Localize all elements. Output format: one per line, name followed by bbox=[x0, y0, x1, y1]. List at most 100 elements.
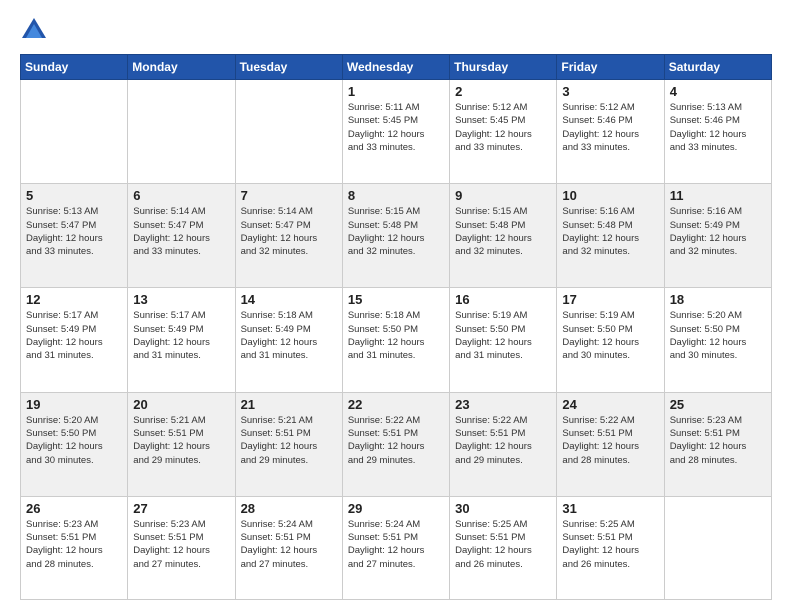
day-number: 29 bbox=[348, 501, 444, 516]
calendar-cell: 22 Sunrise: 5:22 AM Sunset: 5:51 PM Dayli… bbox=[342, 392, 449, 496]
calendar-cell: 18 Sunrise: 5:20 AM Sunset: 5:50 PM Dayli… bbox=[664, 288, 771, 392]
day-number: 3 bbox=[562, 84, 658, 99]
weekday-header: Friday bbox=[557, 55, 664, 80]
weekday-header: Tuesday bbox=[235, 55, 342, 80]
logo-icon bbox=[20, 16, 48, 44]
day-info: Sunrise: 5:15 AM Sunset: 5:48 PM Dayligh… bbox=[455, 205, 551, 258]
day-number: 13 bbox=[133, 292, 229, 307]
calendar-cell: 20 Sunrise: 5:21 AM Sunset: 5:51 PM Dayli… bbox=[128, 392, 235, 496]
day-info: Sunrise: 5:25 AM Sunset: 5:51 PM Dayligh… bbox=[562, 518, 658, 571]
day-number: 4 bbox=[670, 84, 766, 99]
day-number: 19 bbox=[26, 397, 122, 412]
calendar-week-row: 26Sunrise: 5:23 AM Sunset: 5:51 PM Dayli… bbox=[21, 496, 772, 599]
calendar-cell: 19Sunrise: 5:20 AM Sunset: 5:50 PM Dayli… bbox=[21, 392, 128, 496]
day-number: 23 bbox=[455, 397, 551, 412]
page: SundayMondayTuesdayWednesdayThursdayFrid… bbox=[0, 0, 792, 612]
day-number: 5 bbox=[26, 188, 122, 203]
day-info: Sunrise: 5:22 AM Sunset: 5:51 PM Dayligh… bbox=[562, 414, 658, 467]
day-number: 22 bbox=[348, 397, 444, 412]
logo bbox=[20, 16, 52, 44]
calendar-cell: 21 Sunrise: 5:21 AM Sunset: 5:51 PM Dayli… bbox=[235, 392, 342, 496]
day-info: Sunrise: 5:17 AM Sunset: 5:49 PM Dayligh… bbox=[133, 309, 229, 362]
day-number: 6 bbox=[133, 188, 229, 203]
header bbox=[20, 16, 772, 44]
calendar-cell: 15Sunrise: 5:18 AM Sunset: 5:50 PM Dayli… bbox=[342, 288, 449, 392]
day-info: Sunrise: 5:21 AM Sunset: 5:51 PM Dayligh… bbox=[133, 414, 229, 467]
calendar: SundayMondayTuesdayWednesdayThursdayFrid… bbox=[20, 54, 772, 600]
day-number: 8 bbox=[348, 188, 444, 203]
day-number: 14 bbox=[241, 292, 337, 307]
day-info: Sunrise: 5:11 AM Sunset: 5:45 PM Dayligh… bbox=[348, 101, 444, 154]
calendar-week-row: 12Sunrise: 5:17 AM Sunset: 5:49 PM Dayli… bbox=[21, 288, 772, 392]
day-info: Sunrise: 5:23 AM Sunset: 5:51 PM Dayligh… bbox=[670, 414, 766, 467]
calendar-cell bbox=[664, 496, 771, 599]
day-info: Sunrise: 5:22 AM Sunset: 5:51 PM Dayligh… bbox=[348, 414, 444, 467]
day-number: 24 bbox=[562, 397, 658, 412]
day-number: 1 bbox=[348, 84, 444, 99]
calendar-cell: 5 Sunrise: 5:13 AM Sunset: 5:47 PM Daylig… bbox=[21, 184, 128, 288]
calendar-cell: 17Sunrise: 5:19 AM Sunset: 5:50 PM Dayli… bbox=[557, 288, 664, 392]
day-info: Sunrise: 5:23 AM Sunset: 5:51 PM Dayligh… bbox=[26, 518, 122, 571]
calendar-cell bbox=[235, 80, 342, 184]
day-info: Sunrise: 5:24 AM Sunset: 5:51 PM Dayligh… bbox=[348, 518, 444, 571]
day-info: Sunrise: 5:12 AM Sunset: 5:45 PM Dayligh… bbox=[455, 101, 551, 154]
calendar-cell: 25Sunrise: 5:23 AM Sunset: 5:51 PM Dayli… bbox=[664, 392, 771, 496]
day-info: Sunrise: 5:25 AM Sunset: 5:51 PM Dayligh… bbox=[455, 518, 551, 571]
day-info: Sunrise: 5:17 AM Sunset: 5:49 PM Dayligh… bbox=[26, 309, 122, 362]
calendar-cell: 23Sunrise: 5:22 AM Sunset: 5:51 PM Dayli… bbox=[450, 392, 557, 496]
day-number: 27 bbox=[133, 501, 229, 516]
calendar-cell: 28Sunrise: 5:24 AM Sunset: 5:51 PM Dayli… bbox=[235, 496, 342, 599]
calendar-cell: 12Sunrise: 5:17 AM Sunset: 5:49 PM Dayli… bbox=[21, 288, 128, 392]
calendar-cell: 26Sunrise: 5:23 AM Sunset: 5:51 PM Dayli… bbox=[21, 496, 128, 599]
day-info: Sunrise: 5:21 AM Sunset: 5:51 PM Dayligh… bbox=[241, 414, 337, 467]
day-number: 16 bbox=[455, 292, 551, 307]
day-info: Sunrise: 5:20 AM Sunset: 5:50 PM Dayligh… bbox=[670, 309, 766, 362]
weekday-header: Sunday bbox=[21, 55, 128, 80]
weekday-header-row: SundayMondayTuesdayWednesdayThursdayFrid… bbox=[21, 55, 772, 80]
calendar-cell: 10Sunrise: 5:16 AM Sunset: 5:48 PM Dayli… bbox=[557, 184, 664, 288]
day-info: Sunrise: 5:12 AM Sunset: 5:46 PM Dayligh… bbox=[562, 101, 658, 154]
calendar-cell: 7 Sunrise: 5:14 AM Sunset: 5:47 PM Daylig… bbox=[235, 184, 342, 288]
day-info: Sunrise: 5:16 AM Sunset: 5:49 PM Dayligh… bbox=[670, 205, 766, 258]
day-number: 7 bbox=[241, 188, 337, 203]
day-info: Sunrise: 5:13 AM Sunset: 5:46 PM Dayligh… bbox=[670, 101, 766, 154]
day-number: 18 bbox=[670, 292, 766, 307]
calendar-cell: 9 Sunrise: 5:15 AM Sunset: 5:48 PM Daylig… bbox=[450, 184, 557, 288]
calendar-cell: 29 Sunrise: 5:24 AM Sunset: 5:51 PM Dayli… bbox=[342, 496, 449, 599]
weekday-header: Monday bbox=[128, 55, 235, 80]
day-number: 28 bbox=[241, 501, 337, 516]
calendar-cell: 1 Sunrise: 5:11 AM Sunset: 5:45 PM Daylig… bbox=[342, 80, 449, 184]
calendar-cell: 2 Sunrise: 5:12 AM Sunset: 5:45 PM Daylig… bbox=[450, 80, 557, 184]
day-number: 11 bbox=[670, 188, 766, 203]
calendar-cell bbox=[21, 80, 128, 184]
calendar-cell: 24 Sunrise: 5:22 AM Sunset: 5:51 PM Dayli… bbox=[557, 392, 664, 496]
calendar-cell: 16 Sunrise: 5:19 AM Sunset: 5:50 PM Dayli… bbox=[450, 288, 557, 392]
calendar-cell: 4 Sunrise: 5:13 AM Sunset: 5:46 PM Daylig… bbox=[664, 80, 771, 184]
day-number: 2 bbox=[455, 84, 551, 99]
calendar-cell: 31 Sunrise: 5:25 AM Sunset: 5:51 PM Dayli… bbox=[557, 496, 664, 599]
weekday-header: Saturday bbox=[664, 55, 771, 80]
day-info: Sunrise: 5:19 AM Sunset: 5:50 PM Dayligh… bbox=[455, 309, 551, 362]
day-info: Sunrise: 5:13 AM Sunset: 5:47 PM Dayligh… bbox=[26, 205, 122, 258]
calendar-cell bbox=[128, 80, 235, 184]
day-info: Sunrise: 5:15 AM Sunset: 5:48 PM Dayligh… bbox=[348, 205, 444, 258]
day-number: 20 bbox=[133, 397, 229, 412]
day-info: Sunrise: 5:16 AM Sunset: 5:48 PM Dayligh… bbox=[562, 205, 658, 258]
day-number: 17 bbox=[562, 292, 658, 307]
day-number: 9 bbox=[455, 188, 551, 203]
calendar-cell: 13 Sunrise: 5:17 AM Sunset: 5:49 PM Dayli… bbox=[128, 288, 235, 392]
calendar-week-row: 19Sunrise: 5:20 AM Sunset: 5:50 PM Dayli… bbox=[21, 392, 772, 496]
day-number: 30 bbox=[455, 501, 551, 516]
calendar-cell: 11 Sunrise: 5:16 AM Sunset: 5:49 PM Dayli… bbox=[664, 184, 771, 288]
calendar-week-row: 5 Sunrise: 5:13 AM Sunset: 5:47 PM Daylig… bbox=[21, 184, 772, 288]
calendar-cell: 27Sunrise: 5:23 AM Sunset: 5:51 PM Dayli… bbox=[128, 496, 235, 599]
day-info: Sunrise: 5:14 AM Sunset: 5:47 PM Dayligh… bbox=[241, 205, 337, 258]
weekday-header: Thursday bbox=[450, 55, 557, 80]
day-number: 31 bbox=[562, 501, 658, 516]
day-info: Sunrise: 5:18 AM Sunset: 5:49 PM Dayligh… bbox=[241, 309, 337, 362]
calendar-cell: 30 Sunrise: 5:25 AM Sunset: 5:51 PM Dayli… bbox=[450, 496, 557, 599]
day-number: 21 bbox=[241, 397, 337, 412]
calendar-cell: 6 Sunrise: 5:14 AM Sunset: 5:47 PM Daylig… bbox=[128, 184, 235, 288]
day-info: Sunrise: 5:18 AM Sunset: 5:50 PM Dayligh… bbox=[348, 309, 444, 362]
day-info: Sunrise: 5:14 AM Sunset: 5:47 PM Dayligh… bbox=[133, 205, 229, 258]
